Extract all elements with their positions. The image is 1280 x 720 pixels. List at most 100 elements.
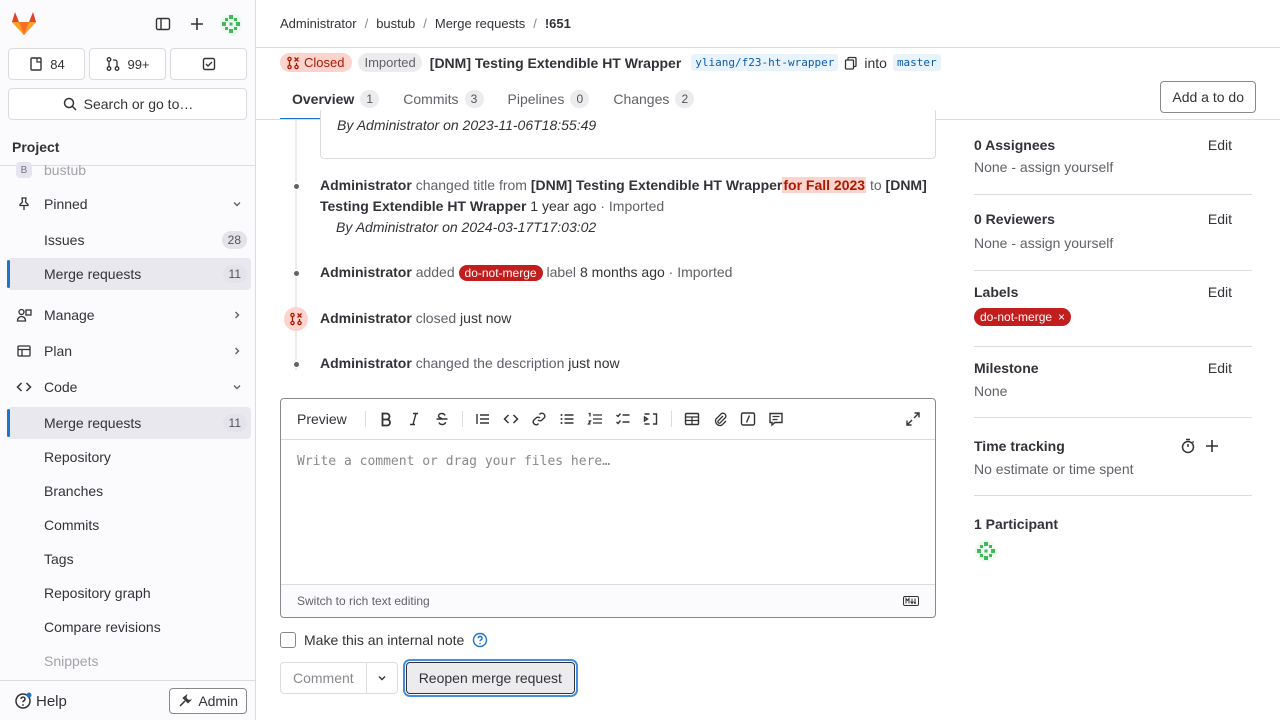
bold-icon[interactable] (372, 405, 400, 433)
source-branch[interactable]: yliang/f23-ht-wrapper (691, 54, 839, 71)
planning-icon (16, 343, 32, 359)
reopen-merge-request-button[interactable]: Reopen merge request (405, 662, 575, 694)
breadcrumb-item[interactable]: Merge requests (435, 16, 525, 31)
sidebar-pinned[interactable]: Pinned (8, 188, 251, 220)
participants-title: 1 Participant (974, 516, 1059, 532)
breadcrumb-item[interactable]: Administrator (280, 16, 357, 31)
previous-note-box: By Administrator on 2023-11-06T18:55:49 (320, 110, 936, 159)
new-plus-icon[interactable] (185, 12, 209, 36)
reviewers-edit-button[interactable]: Edit (1208, 211, 1232, 227)
mr-title-row: Closed Imported [DNM] Testing Extendible… (280, 53, 941, 72)
italic-icon[interactable] (400, 405, 428, 433)
event-time[interactable]: just now (460, 310, 511, 326)
event-time[interactable]: just now (568, 355, 619, 371)
sidebar-item-snippets[interactable]: Snippets (8, 645, 251, 673)
search-button[interactable]: Search or go to… (8, 88, 247, 120)
add-todo-button[interactable]: Add a to do (1160, 81, 1256, 113)
chevron-down-icon (233, 202, 241, 207)
sidebar-item-issues[interactable]: Issues 28 (8, 224, 251, 256)
event-time[interactable]: 1 year ago (530, 198, 596, 214)
editor-footer: Switch to rich text editing (281, 584, 935, 617)
help-button[interactable]: Help (14, 692, 67, 710)
editor-toolbar: Preview (281, 399, 935, 440)
strikethrough-icon[interactable] (428, 405, 456, 433)
event-author[interactable]: Administrator (320, 310, 412, 326)
gitlab-logo-icon[interactable] (10, 10, 38, 36)
table-icon[interactable] (678, 405, 706, 433)
sidebar-item-code-merge-requests[interactable]: Merge requests 11 (7, 407, 251, 439)
sidebar-item-repository-graph[interactable]: Repository graph (8, 577, 251, 609)
comment-split-button: Comment (280, 662, 398, 694)
project-avatar: B (16, 162, 32, 178)
event-by: By Administrator on 2024-03-17T17:03:02 (336, 219, 597, 235)
maximize-icon[interactable] (899, 405, 927, 433)
paperclip-icon[interactable] (706, 405, 734, 433)
milestone-title: Milestone (974, 360, 1039, 376)
question-icon[interactable] (472, 632, 488, 648)
sidebar-item-manage[interactable]: Manage (8, 299, 251, 331)
event-author[interactable]: Administrator (320, 264, 412, 280)
labels-edit-button[interactable]: Edit (1208, 284, 1232, 300)
comment-options-dropdown[interactable] (367, 663, 397, 693)
target-branch[interactable]: master (892, 54, 941, 71)
comment-button[interactable]: Comment (281, 663, 367, 693)
chevron-right-icon (235, 311, 240, 319)
add-time-plus-icon[interactable] (1204, 438, 1220, 454)
sidebar-item-branches[interactable]: Branches (8, 475, 251, 507)
copy-icon[interactable] (844, 56, 858, 70)
search-icon (63, 97, 77, 111)
assignees-title: 0 Assignees (974, 137, 1056, 153)
timeline-event-description: Administrator changed the description ju… (320, 355, 620, 371)
time-tracking-value: No estimate or time spent (974, 461, 1134, 477)
internal-note-checkbox[interactable] (280, 632, 296, 648)
issues-count-button[interactable]: 84 (8, 48, 85, 80)
tab-count: 0 (570, 90, 590, 108)
label-chip[interactable]: do-not-merge (458, 265, 543, 281)
preview-tab[interactable]: Preview (289, 411, 355, 427)
sidebar-item-commits[interactable]: Commits (8, 509, 251, 541)
sidebar-item-code[interactable]: Code (8, 371, 251, 403)
task-list-icon[interactable] (609, 405, 637, 433)
sidebar-project-name[interactable]: B bustub (8, 158, 251, 186)
event-author[interactable]: Administrator (320, 355, 412, 371)
event-author[interactable]: Administrator (320, 177, 412, 193)
comment-icon[interactable] (762, 405, 790, 433)
assign-reviewer-link[interactable]: None - assign yourself (974, 235, 1113, 251)
sidebar-item-plan[interactable]: Plan (8, 335, 251, 367)
milestone-edit-button[interactable]: Edit (1208, 360, 1232, 376)
breadcrumb-current[interactable]: !651 (545, 16, 571, 31)
chevron-down-icon (378, 676, 386, 681)
sidebar-item-repository[interactable]: Repository (8, 441, 251, 473)
todos-button[interactable] (170, 48, 247, 80)
numbered-list-icon[interactable] (581, 405, 609, 433)
label-chip[interactable]: do-not-merge × (974, 308, 1072, 326)
bullet-list-icon[interactable] (553, 405, 581, 433)
merge-requests-count-button[interactable]: 99+ (89, 48, 166, 80)
switch-rich-text-link[interactable]: Switch to rich text editing (297, 594, 430, 608)
assignees-edit-button[interactable]: Edit (1208, 137, 1232, 153)
labels-block: Labels Edit do-not-merge × (974, 271, 1252, 347)
quote-icon[interactable] (469, 405, 497, 433)
tab-count: 3 (464, 90, 484, 108)
sidebar-toggle-icon[interactable] (151, 12, 175, 36)
search-label: Search or go to… (83, 96, 194, 112)
participant-avatar[interactable] (974, 539, 998, 563)
sidebar-item-compare-revisions[interactable]: Compare revisions (8, 611, 251, 643)
collapsible-section-icon[interactable] (637, 405, 665, 433)
comment-textarea[interactable]: Write a comment or drag your files here… (281, 440, 935, 584)
link-icon[interactable] (525, 405, 553, 433)
event-time[interactable]: 8 months ago (580, 264, 665, 280)
user-avatar[interactable] (219, 12, 243, 36)
code-icon[interactable] (497, 405, 525, 433)
milestone-block: Milestone Edit None (974, 347, 1252, 418)
admin-button[interactable]: Admin (169, 688, 247, 714)
sidebar-item-pinned-merge-requests[interactable]: Merge requests 11 (7, 258, 251, 290)
assign-yourself-link[interactable]: None - assign yourself (974, 159, 1113, 175)
breadcrumb-item[interactable]: bustub (376, 16, 415, 31)
tab-count: 1 (360, 90, 380, 108)
removed-text: for Fall 2023 (782, 177, 867, 193)
close-icon[interactable]: × (1058, 310, 1065, 324)
sidebar-item-tags[interactable]: Tags (8, 543, 251, 575)
quick-actions-icon[interactable] (734, 405, 762, 433)
timer-icon[interactable] (1180, 438, 1196, 454)
